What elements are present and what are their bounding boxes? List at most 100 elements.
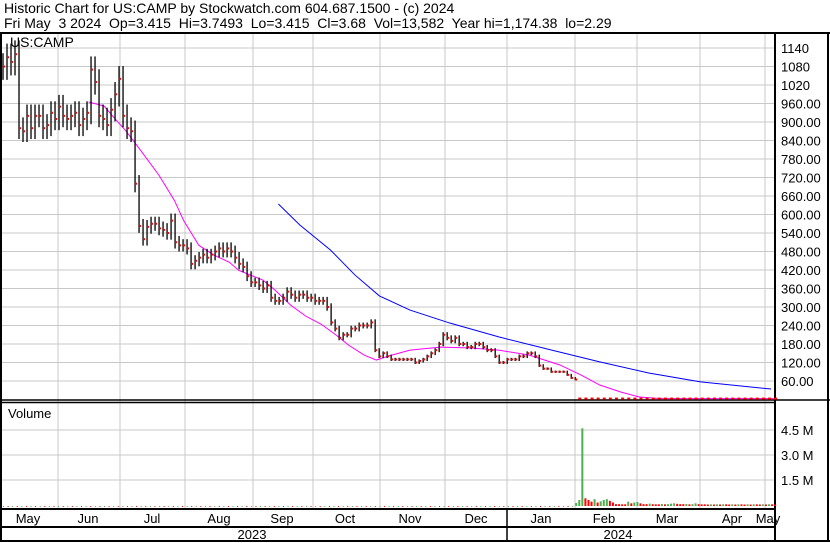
volume-bar xyxy=(706,504,709,506)
volume-bar xyxy=(108,506,110,507)
volume-bar xyxy=(292,506,294,507)
close-tick xyxy=(535,355,538,358)
close-tick xyxy=(331,321,334,324)
close-tick xyxy=(633,397,637,400)
volume-axis: 4.5 M 3.0 M 1.5 M xyxy=(781,423,814,488)
volume-bar xyxy=(475,506,477,507)
close-tick xyxy=(315,299,318,302)
volume-bar xyxy=(328,506,330,507)
volume-bar xyxy=(172,506,174,507)
close-tick xyxy=(503,361,506,364)
close-tick xyxy=(463,343,466,346)
close-tick xyxy=(676,397,680,400)
close-tick xyxy=(479,343,482,346)
close-tick xyxy=(670,397,674,400)
volume-bar xyxy=(743,504,746,506)
close-tick xyxy=(111,108,114,111)
volume-bar xyxy=(670,503,673,506)
volume-bar xyxy=(7,506,9,507)
close-tick xyxy=(682,397,686,400)
month-label: Jun xyxy=(78,511,99,526)
close-tick xyxy=(267,284,270,287)
price-tick-label: 780.00 xyxy=(781,152,821,167)
close-tick xyxy=(239,262,242,265)
close-tick xyxy=(251,281,254,284)
month-label: Nov xyxy=(398,511,422,526)
close-tick xyxy=(471,346,474,349)
volume-bar xyxy=(558,506,560,507)
close-tick xyxy=(663,397,667,400)
close-tick xyxy=(459,343,462,346)
close-tick xyxy=(551,370,554,373)
volume-bar xyxy=(218,506,220,507)
volume-bar xyxy=(749,504,752,506)
close-tick xyxy=(227,247,230,250)
close-tick xyxy=(743,397,747,400)
volume-bar xyxy=(578,500,581,506)
close-tick xyxy=(183,244,186,247)
close-tick xyxy=(615,397,618,400)
close-tick xyxy=(319,299,322,302)
volume-tick-label: 3.0 M xyxy=(781,448,814,463)
volume-bar xyxy=(691,504,694,506)
close-tick xyxy=(335,327,338,330)
volume-bar xyxy=(71,506,73,507)
volume-bar xyxy=(191,506,193,507)
close-tick xyxy=(327,306,330,309)
volume-bar xyxy=(113,506,115,507)
month-axis: May Jun Jul Aug Sep Oct Nov Dec Jan Feb Mar Apr May xyxy=(16,511,781,526)
volume-bar xyxy=(301,506,303,507)
close-tick xyxy=(151,222,154,225)
close-tick xyxy=(639,397,643,400)
price-tick-label: 1020 xyxy=(781,78,810,93)
close-tick xyxy=(774,397,778,400)
price-tick-label: 600.00 xyxy=(781,208,821,223)
volume-bar xyxy=(388,506,390,507)
year-axis: 2023 2024 xyxy=(238,527,633,542)
close-tick xyxy=(223,250,226,253)
volume-bar xyxy=(383,506,385,507)
close-tick xyxy=(531,352,534,355)
volume-bar xyxy=(406,506,408,507)
close-tick xyxy=(491,349,494,352)
volume-bar xyxy=(260,506,262,507)
volume-bar xyxy=(642,504,645,506)
close-tick xyxy=(51,111,54,114)
month-label: Apr xyxy=(722,511,743,526)
volume-bar xyxy=(177,506,179,507)
volume-bar xyxy=(434,506,436,507)
volume-bar xyxy=(103,506,105,507)
volume-bar xyxy=(694,503,697,506)
close-tick xyxy=(375,349,378,352)
volume-bar xyxy=(774,504,777,506)
close-tick xyxy=(163,228,166,231)
volume-bar xyxy=(374,506,376,507)
volume-bar xyxy=(700,504,703,506)
close-tick xyxy=(755,397,759,400)
close-tick xyxy=(547,367,550,370)
close-tick xyxy=(737,397,741,400)
close-tick xyxy=(271,296,274,299)
volume-bar xyxy=(572,506,574,507)
close-tick xyxy=(499,361,502,364)
volume-bar xyxy=(673,503,676,506)
volume-bar xyxy=(526,506,528,507)
volume-bar xyxy=(99,506,101,507)
close-tick xyxy=(275,299,278,302)
volume-bar xyxy=(679,504,682,506)
volume-bar xyxy=(553,506,555,507)
close-tick xyxy=(307,296,310,299)
volume-bar xyxy=(494,506,496,507)
volume-bar xyxy=(758,504,761,506)
close-tick xyxy=(657,397,661,400)
close-tick xyxy=(63,114,66,117)
volume-bar xyxy=(347,506,349,507)
volume-bar xyxy=(30,506,32,507)
month-label: Jan xyxy=(531,511,552,526)
volume-bar xyxy=(471,506,473,507)
volume-bar xyxy=(611,502,614,506)
close-tick xyxy=(123,114,126,117)
price-tick-label: 720.00 xyxy=(781,171,821,186)
close-tick xyxy=(207,256,210,259)
close-tick xyxy=(27,114,30,117)
